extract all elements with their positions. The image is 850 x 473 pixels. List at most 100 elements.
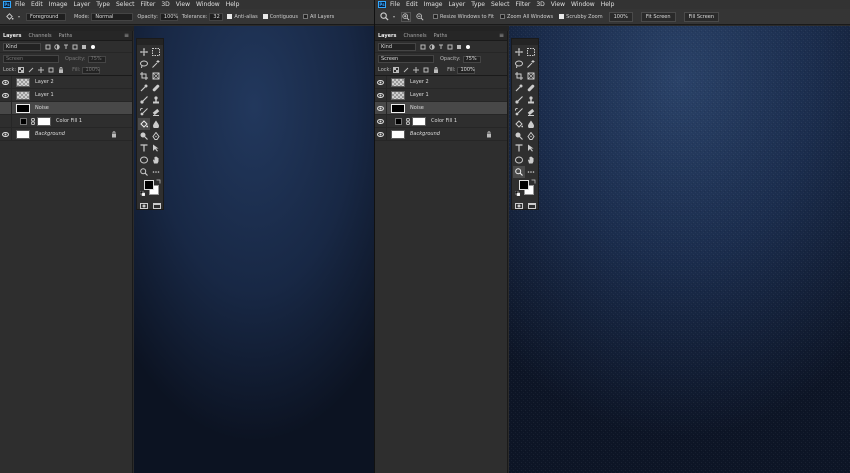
swap-colors-icon[interactable] [156, 179, 161, 184]
lock-position-icon[interactable] [38, 67, 45, 73]
zoom-all-windows-checkbox[interactable] [500, 14, 506, 19]
panel-menu-icon[interactable]: ≡ [499, 32, 504, 39]
more-tools-icon[interactable] [525, 166, 537, 178]
layer-name[interactable]: Color Fill 1 [431, 118, 457, 124]
history-brush-icon[interactable] [138, 106, 150, 118]
menu-layer[interactable]: Layer [448, 1, 465, 8]
visibility-toggle-empty[interactable] [0, 114, 12, 128]
layer-row-layer-1[interactable]: Layer 1 [375, 88, 507, 102]
visibility-eye-icon[interactable] [375, 75, 387, 89]
shape-filter-icon[interactable] [72, 44, 78, 50]
pixel-filter-icon[interactable] [420, 44, 426, 50]
paint-bucket-icon[interactable] [4, 12, 14, 22]
blend-mode-select[interactable]: Screen [378, 55, 434, 63]
foreground-color-swatch[interactable] [144, 180, 154, 190]
tab-layers[interactable]: Layers [3, 33, 22, 39]
layer-row-layer-2[interactable]: Layer 2 [375, 75, 507, 89]
tab-channels[interactable]: Channels [404, 33, 427, 39]
healing-brush-icon[interactable] [150, 82, 162, 94]
lock-pixels-icon[interactable] [403, 67, 409, 73]
type-icon[interactable] [138, 142, 150, 154]
magic-wand-icon[interactable] [150, 58, 162, 70]
visibility-eye-icon[interactable] [0, 127, 12, 141]
tab-paths[interactable]: Paths [59, 33, 73, 39]
adjustment-filter-icon[interactable] [429, 43, 435, 50]
crop-icon[interactable] [513, 70, 525, 82]
visibility-toggle-empty[interactable] [0, 101, 12, 115]
quick-mask-icon[interactable] [139, 203, 148, 211]
fit-screen-button[interactable]: Fit Screen [640, 11, 676, 22]
zoom-100-button[interactable]: 100% [608, 11, 633, 22]
layer-name[interactable]: Layer 1 [35, 92, 54, 98]
shape-filter-icon[interactable] [447, 44, 453, 50]
layer-row-color-fill-1[interactable]: Color Fill 1 [375, 114, 507, 128]
zoom-out-icon[interactable] [415, 12, 425, 22]
crop-icon[interactable] [138, 70, 150, 82]
kind-filter-select[interactable]: Kind [3, 42, 41, 51]
dodge-icon[interactable] [513, 130, 525, 142]
menu-type[interactable]: Type [96, 1, 110, 8]
blend-mode-select[interactable]: Screen [3, 55, 59, 63]
menu-file[interactable]: File [15, 1, 25, 8]
ellipse-icon[interactable] [138, 154, 150, 166]
scrubby-zoom-checkbox[interactable] [559, 14, 565, 19]
kind-filter-select[interactable]: Kind [378, 42, 416, 51]
fill-field[interactable]: 100% [457, 66, 476, 74]
default-colors-icon[interactable] [139, 190, 146, 197]
fill-field[interactable]: 100% [82, 66, 101, 74]
filter-toggle-icon[interactable] [90, 44, 96, 50]
screen-mode-icon[interactable] [152, 203, 161, 211]
eyedropper-icon[interactable] [138, 82, 150, 94]
layer-name[interactable]: Layer 1 [410, 92, 429, 98]
eraser-icon[interactable] [525, 106, 537, 118]
menu-file[interactable]: File [390, 1, 400, 8]
menu-image[interactable]: Image [49, 1, 68, 8]
menu-layer[interactable]: Layer [73, 1, 90, 8]
pen-icon[interactable] [525, 130, 537, 142]
chain-link-icon[interactable] [405, 117, 410, 125]
contiguous-checkbox[interactable] [262, 14, 268, 19]
menu-filter[interactable]: Filter [516, 1, 531, 8]
visibility-eye-icon[interactable] [375, 127, 387, 141]
menu-view[interactable]: View [551, 1, 565, 8]
paint-bucket-icon[interactable] [138, 118, 150, 130]
smart-object-filter-icon[interactable] [81, 44, 87, 50]
layer-name[interactable]: Layer 2 [410, 79, 429, 85]
blur-icon[interactable] [525, 118, 537, 130]
eraser-icon[interactable] [150, 106, 162, 118]
move-icon[interactable] [138, 46, 150, 58]
history-brush-icon[interactable] [513, 106, 525, 118]
opacity-field[interactable]: 100% [159, 12, 178, 21]
path-select-icon[interactable] [525, 142, 537, 154]
brush-icon[interactable] [138, 94, 150, 106]
layer-mask-thumbnail[interactable] [37, 116, 51, 126]
menu-window[interactable]: Window [571, 1, 595, 8]
layer-name[interactable]: Noise [35, 105, 49, 111]
lock-all-icon[interactable] [58, 67, 64, 73]
layer-name[interactable]: Background [410, 131, 440, 137]
fill-screen-button[interactable]: Fill Screen [683, 11, 720, 22]
brush-icon[interactable] [513, 94, 525, 106]
zoom-icon[interactable] [513, 166, 525, 178]
menu-window[interactable]: Window [196, 1, 220, 8]
marquee-icon[interactable] [525, 46, 537, 58]
layer-row-noise[interactable]: Noise [0, 101, 132, 115]
lock-position-icon[interactable] [413, 67, 420, 73]
visibility-eye-icon[interactable] [0, 75, 12, 89]
layer-row-color-fill-1[interactable]: Color Fill 1 [0, 114, 132, 128]
pen-icon[interactable] [150, 130, 162, 142]
tab-paths[interactable]: Paths [434, 33, 448, 39]
layer-opacity-field[interactable]: 75% [87, 55, 106, 63]
menu-filter[interactable]: Filter [141, 1, 156, 8]
quick-mask-icon[interactable] [514, 203, 523, 211]
fill-source-select[interactable]: Foreground [26, 12, 67, 21]
default-colors-icon[interactable] [514, 190, 521, 197]
mode-select[interactable]: Normal [91, 12, 134, 21]
magic-wand-icon[interactable] [525, 58, 537, 70]
layer-name[interactable]: Background [35, 131, 65, 137]
visibility-eye-icon[interactable] [375, 88, 387, 102]
zoom-in-icon[interactable] [401, 11, 412, 22]
lock-artboard-icon[interactable] [48, 67, 54, 73]
layer-mask-thumbnail[interactable] [412, 116, 426, 126]
paint-bucket-icon[interactable] [513, 118, 525, 130]
